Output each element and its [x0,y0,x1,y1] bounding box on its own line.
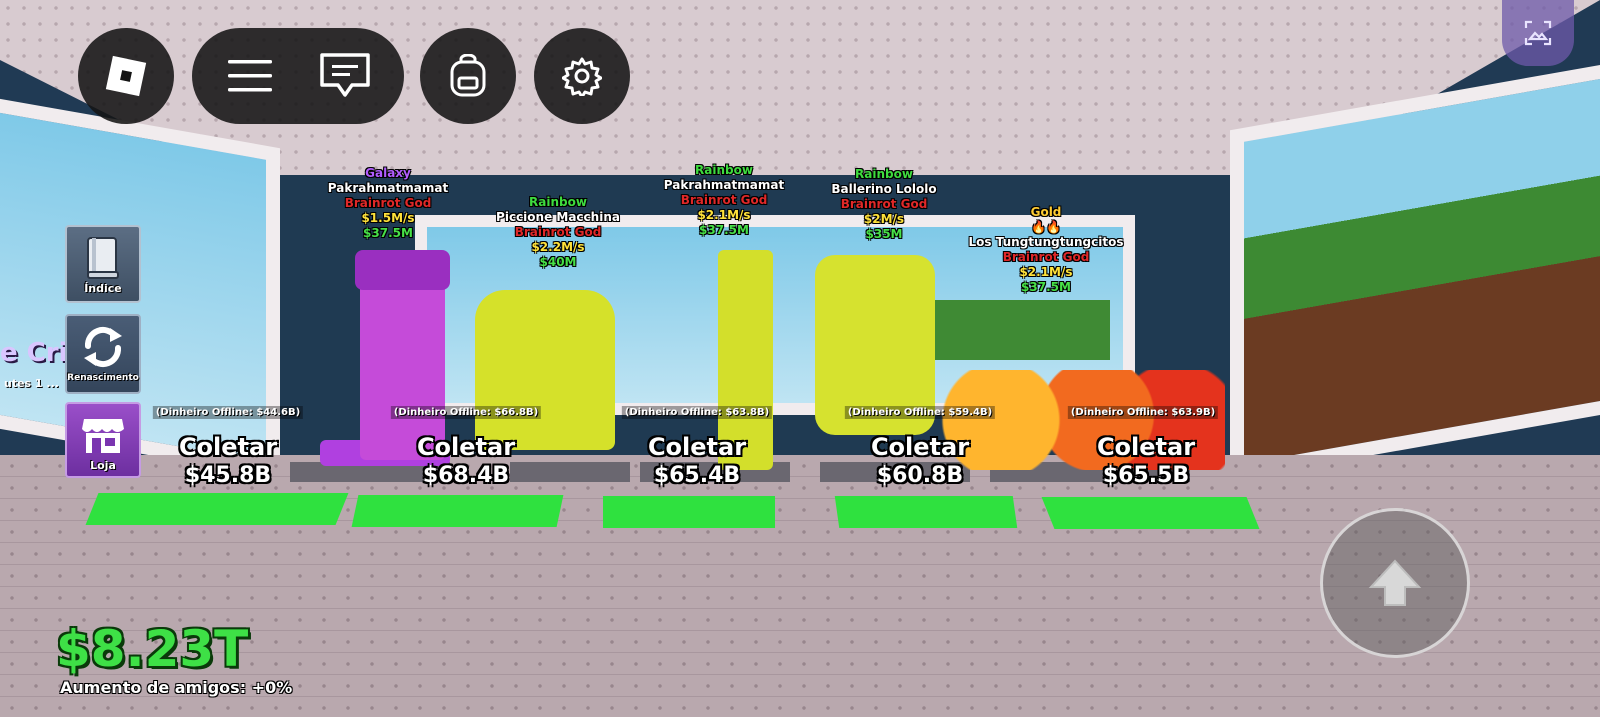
friends-boost-label: Aumento de amigos: +0% [60,678,293,697]
brainrot-figure-2[interactable] [475,290,615,450]
brainrot-figure-1-hat [355,250,450,290]
chat-button[interactable] [313,46,377,106]
income-rate: $2.1M/s [1019,265,1073,279]
collect-amount: $65.4B [653,463,741,488]
indice-button[interactable]: Índice [65,225,141,303]
book-icon [87,237,119,279]
collect-button-1[interactable]: Coletar $45.8B [179,432,277,490]
plinth-2 [510,462,630,482]
income-rate: $2.1M/s [697,208,751,222]
brainrot-price: $40M [539,255,577,269]
collect-pad-3[interactable] [603,496,775,528]
brainrot-price: $37.5M [1021,280,1071,294]
rarity-label: Rainbow [855,167,913,181]
collect-button-5[interactable]: Coletar $65.5B [1097,432,1195,490]
collect-amount: $65.5B [1102,463,1190,488]
menu-button[interactable] [220,46,280,106]
rarity-label: Rainbow [529,195,587,209]
fire-mutation-icon: 🔥🔥 [1031,220,1061,234]
rebirth-arrows-icon [84,326,122,368]
brainrot-price: $37.5M [699,223,749,237]
backpack-icon [450,54,486,97]
shop-icon [82,419,124,453]
brainrot-tag-4: Rainbow Ballerino Lololo Brainrot God $2… [831,167,936,242]
arrow-up-icon [1368,559,1422,606]
collect-pad-1[interactable] [85,493,349,525]
hamburger-menu-icon [228,60,272,92]
brainrot-tag-1: Galaxy Pakrahmatmamat Brainrot God $1.5M… [328,166,448,241]
right-window [1230,59,1600,481]
loja-label: Loja [90,459,116,472]
brainrot-price: $37.5M [363,226,413,240]
indice-label: Índice [84,282,122,295]
roblox-menu-button[interactable] [78,28,174,124]
renascimento-label: Renascimento [67,373,139,383]
brainrot-price: $35M [865,227,903,241]
screenshot-capture-icon [1524,20,1552,46]
rarity-label: Galaxy [365,166,411,180]
brainrot-name: Pakrahmatmamat [663,178,785,192]
tier-label: Brainrot God [680,193,768,207]
crias-partial-sub: utes 1 ... [4,377,59,390]
collect-amount: $60.8B [876,463,964,488]
roblox-logo-icon [105,55,147,97]
loja-button[interactable]: Loja [65,402,141,478]
tier-label: Brainrot God [514,225,602,239]
capture-button[interactable] [1502,0,1574,66]
tier-label: Brainrot God [840,197,928,211]
income-rate: $2.2M/s [531,240,585,254]
rarity-label: Gold [1030,205,1062,219]
collect-pad-4[interactable] [834,496,1018,528]
collect-button-4[interactable]: Coletar $60.8B [871,432,969,490]
jump-button[interactable] [1320,508,1470,658]
brainrot-name: Ballerino Lololo [831,182,937,196]
brainrot-name: Piccione Macchina [496,210,620,224]
rarity-label: Rainbow [695,163,753,177]
brainrot-name: Pakrahmatmamat [327,181,449,195]
offline-earnings-3: (Dinheiro Offline: $63.8B) [621,406,773,419]
collect-label: Coletar [178,433,278,461]
chat-icon [320,53,370,97]
tier-label: Brainrot God [344,196,432,210]
offline-earnings-4: (Dinheiro Offline: $59.4B) [844,406,996,419]
collect-button-3[interactable]: Coletar $65.4B [648,432,746,490]
collect-pad-5[interactable] [1041,497,1260,529]
collect-label: Coletar [870,433,970,461]
collect-amount: $68.4B [422,463,510,488]
brainrot-tag-3: Rainbow Pakrahmatmamat Brainrot God $2.1… [664,163,784,238]
collect-label: Coletar [647,433,747,461]
brainrot-tag-2: Rainbow Piccione Macchina Brainrot God $… [496,195,620,270]
income-rate: $1.5M/s [361,211,415,225]
collect-label: Coletar [416,433,516,461]
backpack-button[interactable] [420,28,516,124]
gear-icon [562,57,602,96]
money-counter: $8.23T [56,620,249,678]
offline-earnings-1: (Dinheiro Offline: $44.6B) [152,406,304,419]
collect-label: Coletar [1096,433,1196,461]
brainrot-name: Los Tungtungtungcitos [968,235,1124,249]
brainrot-tag-5: Gold 🔥🔥 Los Tungtungtungcitos Brainrot G… [969,205,1124,295]
collect-amount: $45.8B [184,463,272,488]
collect-pad-2[interactable] [351,495,564,527]
renascimento-button[interactable]: Renascimento [65,314,141,394]
offline-earnings-5: (Dinheiro Offline: $63.9B) [1067,406,1219,419]
income-rate: $2M/s [863,212,905,226]
settings-button[interactable] [534,28,630,124]
collect-button-2[interactable]: Coletar $68.4B [417,432,515,490]
tier-label: Brainrot God [1002,250,1090,264]
offline-earnings-2: (Dinheiro Offline: $66.8B) [390,406,542,419]
